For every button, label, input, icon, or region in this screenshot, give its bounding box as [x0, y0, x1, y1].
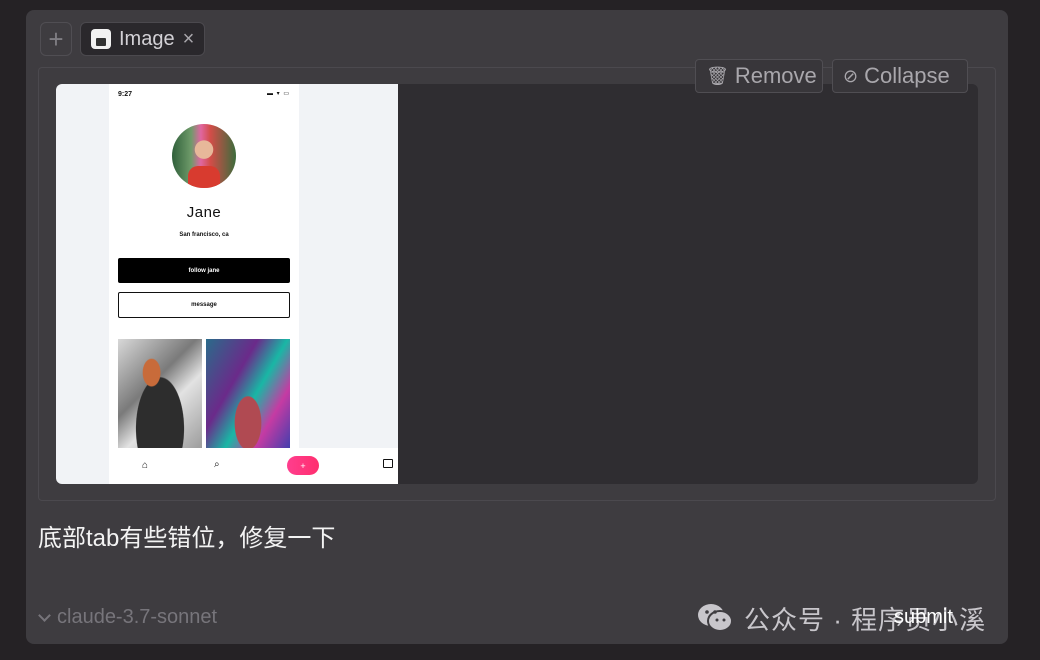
profile-name: Jane: [186, 204, 222, 221]
add-attachment-button[interactable]: +: [40, 22, 72, 56]
search-icon: ⌕: [214, 459, 220, 470]
image-attachment-block: 9:27 ▬ ▾ ▭ Jane San francisco, ca follow…: [38, 59, 996, 501]
gallery-photo-2: [206, 339, 290, 451]
wechat-icon: [698, 604, 733, 632]
trash-icon: 🗑: [706, 65, 729, 86]
status-icons: ▬ ▾ ▭: [266, 91, 290, 97]
status-time: 9:27: [118, 91, 133, 98]
tab-image[interactable]: Image ×: [80, 22, 206, 56]
bottom-tab-bar: ⌂ ⌕ +: [109, 448, 398, 484]
close-icon[interactable]: ×: [183, 29, 195, 49]
chat-panel: + Image × 9:27 ▬ ▾ ▭ Jane San francisco,…: [26, 10, 1008, 644]
screenshot-preview: 9:27 ▬ ▾ ▭ Jane San francisco, ca follow…: [56, 84, 398, 484]
image-file-icon: [91, 29, 111, 49]
chat-icon: [383, 459, 393, 468]
message-button: message: [118, 292, 290, 318]
add-post-button: +: [287, 456, 319, 475]
collapse-label: Collapse: [864, 63, 950, 88]
model-label: claude-3.7-sonnet: [57, 606, 218, 628]
eye-off-icon: ⊘: [843, 65, 859, 86]
gallery-photo-1: [118, 339, 202, 451]
submit-button[interactable]: submit: [894, 606, 953, 629]
chevron-down-icon: [38, 609, 51, 622]
tab-label: Image: [119, 27, 175, 50]
collapse-button[interactable]: ⊘ Collapse: [832, 59, 968, 93]
remove-label: Remove: [734, 63, 817, 88]
follow-button: follow jane: [118, 258, 290, 283]
profile-location: San francisco, ca: [179, 232, 229, 238]
avatar: [172, 124, 236, 188]
phone-mockup: 9:27 ▬ ▾ ▭ Jane San francisco, ca follow…: [109, 84, 299, 484]
remove-button[interactable]: 🗑 Remove: [695, 59, 823, 93]
attachment-tabbar: + Image ×: [40, 22, 206, 58]
home-icon: ⌂: [142, 460, 149, 471]
model-selector[interactable]: claude-3.7-sonnet: [38, 606, 218, 629]
image-preview: 9:27 ▬ ▾ ▭ Jane San francisco, ca follow…: [56, 84, 978, 484]
prompt-text[interactable]: 底部tab有些错位，修复一下: [38, 518, 335, 553]
